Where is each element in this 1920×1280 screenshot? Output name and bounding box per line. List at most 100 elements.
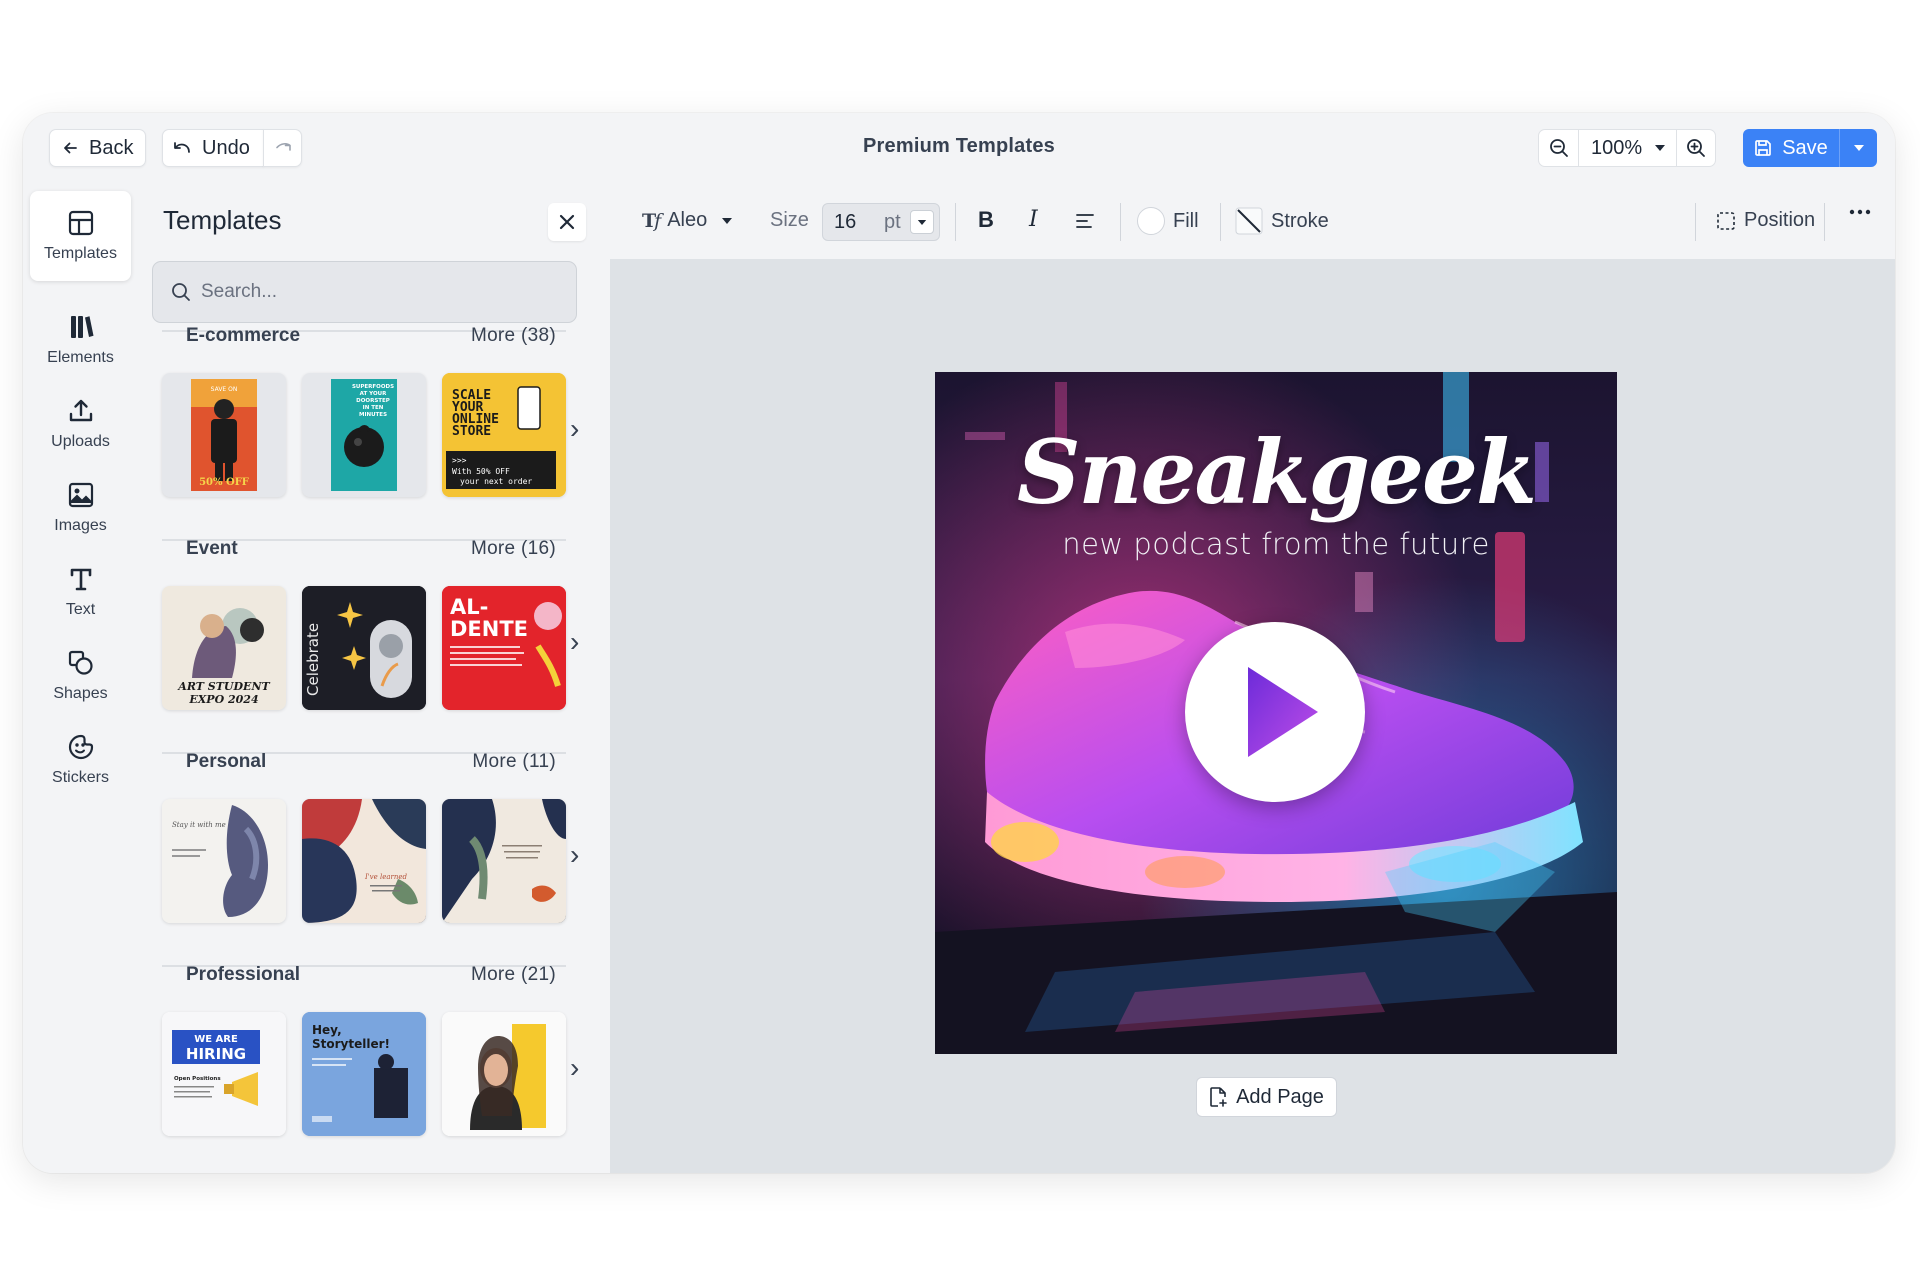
format-toolbar: Tf Aleo Size 16 pt B I Fill Stroke Posit… [610,185,1895,259]
artboard-subtitle[interactable]: new podcast from the future [935,527,1617,561]
thumb-text: HIRING [186,1045,246,1063]
template-preview: ART STUDENT EXPO 2024 [162,586,286,710]
template-thumb[interactable]: Celebrate [302,586,426,710]
top-bar: Back Undo Premium Templates 100% Save [23,113,1895,185]
size-label: Size [770,209,809,231]
search-input[interactable] [201,281,541,303]
position-icon [1717,211,1735,230]
save-group: Save [1743,129,1877,167]
category-name: E-commerce [186,325,301,346]
template-thumb[interactable]: AL- DENTE [442,586,566,710]
sticker-icon [68,734,93,760]
rail-item-elements[interactable]: Elements [30,295,131,385]
rail-item-shapes[interactable]: Shapes [30,631,131,721]
template-thumb[interactable]: I've learned [302,799,426,923]
template-preview: AL- DENTE [442,586,566,710]
template-thumb[interactable]: ART STUDENT EXPO 2024 [162,586,286,710]
toolbar-divider [955,203,956,241]
search-box [152,261,577,323]
close-panel-button[interactable] [548,203,586,241]
position-button[interactable]: Position [1716,209,1815,232]
save-options-button[interactable] [1839,129,1877,167]
position-label: Position [1744,209,1816,231]
fill-label: Fill [1173,209,1199,232]
thumb-text: 50% OFF [199,477,249,488]
zoom-select[interactable]: 100% [1579,130,1677,166]
thumb-text: DOORSTEP [356,398,390,404]
font-select[interactable]: Tf Aleo [642,209,733,232]
template-thumb[interactable]: SUPERFOODS AT YOUR DOORSTEP IN TEN MINUT… [302,373,426,497]
template-thumb[interactable] [442,1012,566,1136]
fill-button[interactable]: Fill [1137,207,1199,235]
font-icon: Tf [642,209,661,232]
chevron-right-icon[interactable]: › [570,839,579,871]
template-thumb[interactable]: Hey, Storyteller! [302,1012,426,1136]
thumb-text: STORE [452,424,491,439]
more-link[interactable]: More (11) [472,751,556,773]
category-header-ecommerce: E-commerce More (38) [162,325,566,347]
font-size-field[interactable]: 16 pt [822,203,940,241]
artboard-title[interactable]: Sneakgeek [935,420,1617,524]
align-button[interactable] [1076,213,1094,229]
chevron-right-icon[interactable]: › [570,1052,579,1084]
template-preview: Celebrate [302,586,426,710]
more-link[interactable]: More (21) [471,964,556,986]
rail-label: Stickers [52,769,109,786]
template-preview: Stay it with me [162,799,286,923]
add-page-label: Add Page [1236,1085,1324,1108]
rail-item-uploads[interactable]: Uploads [30,379,131,469]
rail-item-stickers[interactable]: Stickers [30,715,131,805]
rail-label: Images [54,517,107,534]
thumb-text: Storyteller! [312,1037,390,1051]
category-header-professional: Professional More (21) [162,964,566,986]
chevron-right-icon[interactable]: › [570,413,579,445]
thumb-text: WE ARE [194,1034,238,1045]
zoom-in-button[interactable] [1677,130,1715,166]
rail-label: Elements [47,349,114,366]
thumb-text: >>> [452,456,467,465]
editor-area: Tf Aleo Size 16 pt B I Fill Stroke Posit… [610,185,1895,1173]
thumb-text: I've learned [364,873,408,881]
category-name: Professional [186,964,301,985]
template-thumb[interactable] [442,799,566,923]
rail-label: Text [65,601,96,618]
stroke-label: Stroke [1271,209,1329,232]
zoom-in-icon [1687,139,1705,157]
chevron-right-icon[interactable]: › [570,626,579,658]
save-icon [1755,140,1772,156]
template-thumb[interactable]: WE ARE HIRING Open Positions [162,1012,286,1136]
bold-button[interactable]: B [978,207,994,233]
thumb-text: SUPERFOODS [352,384,394,390]
zoom-out-button[interactable] [1539,130,1579,166]
toolbar-divider [1824,203,1825,241]
italic-button[interactable]: I [1029,207,1038,232]
add-page-button[interactable]: Add Page [1196,1077,1337,1117]
design-artboard[interactable]: Sneakgeek new podcast from the future [935,372,1617,1054]
category-header-event: Event More (16) [162,538,566,560]
more-link[interactable]: More (16) [471,538,556,560]
template-thumb[interactable]: SCALE YOUR ONLINE STORE >>> With 50% OFF… [442,373,566,497]
panel-title: Templates [163,205,282,235]
rail-item-text[interactable]: Text [30,547,131,637]
zoom-control: 100% [1538,129,1716,167]
category-name: Personal [186,751,267,772]
template-thumb[interactable]: Stay it with me [162,799,286,923]
more-options-button[interactable] [1849,209,1871,215]
template-preview [442,799,566,923]
rail-item-images[interactable]: Images [30,463,131,553]
more-link[interactable]: More (38) [471,325,556,347]
rail-item-templates[interactable]: Templates [30,191,131,281]
stroke-button[interactable]: Stroke [1235,207,1329,235]
save-button[interactable]: Save [1743,129,1839,167]
play-button[interactable] [1185,622,1365,802]
toolbar-divider [1695,203,1696,241]
template-thumb[interactable]: SAVE ON 50% OFF [162,373,286,497]
size-dropdown-button[interactable] [910,210,934,234]
thumb-text: your next order [460,477,532,486]
template-preview: Hey, Storyteller! [302,1012,426,1136]
templates-panel: Templates E-commerce More (38) SAVE ON 5… [138,185,610,1173]
italic-icon: I [1029,207,1038,232]
search-icon [172,283,190,301]
toolbar-divider [1120,203,1121,241]
thumb-text: MINUTES [359,412,387,418]
